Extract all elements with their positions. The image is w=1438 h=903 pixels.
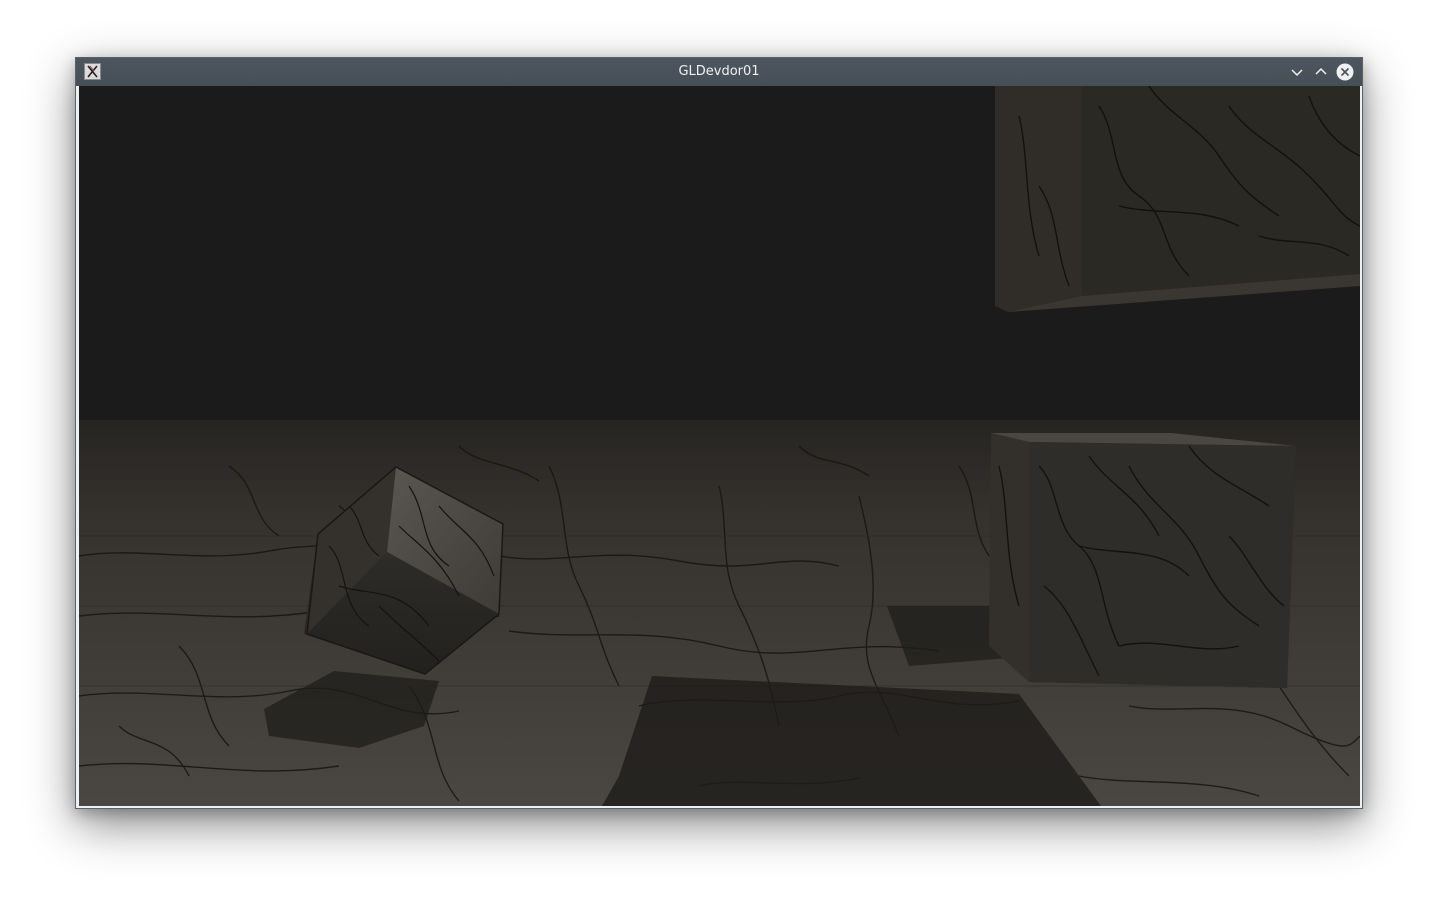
chevron-down-icon [1291, 69, 1303, 77]
title-bar[interactable]: GLDevdor01 [76, 58, 1362, 86]
right-cube [989, 433, 1296, 688]
app-window: GLDevdor01 [75, 57, 1363, 809]
close-icon [1336, 63, 1354, 81]
window-title: GLDevdor01 [678, 64, 760, 79]
opengl-viewport[interactable] [79, 86, 1360, 806]
scene-render [79, 86, 1360, 806]
minimize-button[interactable] [1288, 63, 1306, 81]
maximize-button[interactable] [1312, 63, 1330, 81]
chevron-up-icon [1315, 67, 1327, 75]
overhead-cube [995, 86, 1360, 312]
close-button[interactable] [1336, 63, 1354, 81]
